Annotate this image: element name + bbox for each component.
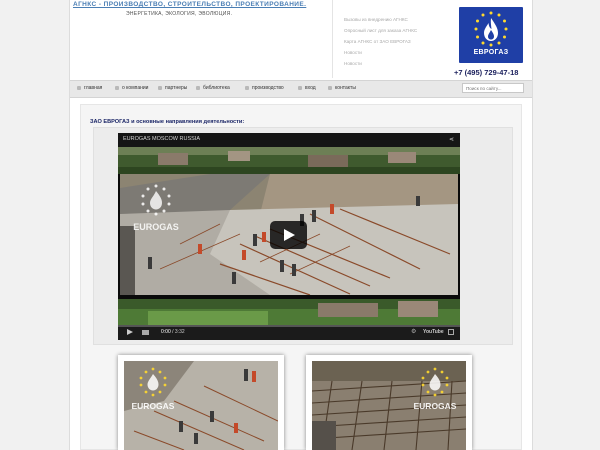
news-list: Вызовы из внедрению АГНКС Опросный лист …: [344, 14, 417, 69]
news-link[interactable]: Опросный лист для заказа АГНКС: [344, 25, 417, 36]
duration: / 3:32: [172, 329, 185, 335]
nav-item-about[interactable]: о компании: [115, 85, 148, 91]
main-nav: главная о компании партнеры библиотека п…: [70, 80, 532, 98]
nav-label: библиотека: [203, 85, 230, 91]
aerial-view-top: [118, 147, 460, 174]
news-link[interactable]: Новости: [344, 47, 417, 58]
nav-item-partners[interactable]: партнеры: [158, 85, 187, 91]
news-link[interactable]: Вызовы из внедрению АГНКС: [344, 14, 417, 25]
header-divider: [332, 0, 333, 78]
news-link[interactable]: Новости: [344, 58, 417, 69]
gallery-thumbnail[interactable]: EUROGAS: [118, 355, 284, 450]
news-link[interactable]: Карта АГНКС от ЗАО ЕВРОГАЗ: [344, 36, 417, 47]
bullet-icon: [196, 85, 200, 90]
bullet-icon: [158, 85, 162, 90]
current-time: 0:00: [161, 329, 171, 335]
video-title-bar: EUROGAS MOSCOW RUSSIA ⋖: [118, 133, 460, 147]
logo-text: ЕВРОГАЗ: [473, 49, 509, 56]
progress-bar[interactable]: [118, 325, 460, 327]
share-icon[interactable]: ⋖: [449, 136, 454, 143]
nav-label: партнеры: [165, 85, 188, 91]
nav-item-contacts[interactable]: контакты: [328, 85, 356, 91]
video-player[interactable]: EUROGAS MOSCOW RUSSIA ⋖ EUROGAS 0:00 / 3…: [118, 133, 460, 340]
play-icon[interactable]: [127, 329, 133, 335]
nav-label: о компании: [122, 85, 149, 91]
eurogas-logo[interactable]: ЕВРОГАЗ: [459, 7, 523, 63]
search-input[interactable]: [462, 83, 524, 93]
video-controls: 0:00 / 3:32 ⚙ YouTube: [118, 325, 460, 340]
site-tagline[interactable]: АГНКС - ПРОИЗВОДСТВО, СТРОИТЕЛЬСТВО, ПРО…: [73, 1, 306, 8]
settings-gear-icon[interactable]: ⚙: [411, 328, 416, 335]
eurogas-watermark-icon: EUROGAS: [414, 367, 457, 411]
aerial-view-bottom: [118, 299, 460, 325]
eurogas-watermark-icon: EUROGAS: [132, 367, 175, 411]
bullet-icon: [328, 85, 332, 90]
video-title[interactable]: EUROGAS MOSCOW RUSSIA: [123, 136, 200, 142]
page-title: ЗАО ЕВРОГАЗ и основные направления деяте…: [90, 119, 245, 125]
nav-label: главная: [84, 85, 103, 91]
phone-number: +7 (495) 729-47-18: [454, 68, 519, 77]
nav-item-home[interactable]: главная: [77, 85, 102, 91]
bullet-icon: [298, 85, 302, 90]
nav-item-production[interactable]: производство: [245, 85, 284, 91]
nav-item-library[interactable]: библиотека: [196, 85, 230, 91]
nav-label: производство: [252, 85, 284, 91]
gallery-thumbnail[interactable]: EUROGAS: [306, 355, 472, 450]
play-button[interactable]: [270, 221, 307, 249]
fullscreen-icon[interactable]: [448, 329, 454, 335]
volume-icon[interactable]: [142, 330, 149, 335]
youtube-logo[interactable]: YouTube: [423, 329, 444, 335]
svg-text:EUROGAS: EUROGAS: [133, 222, 179, 232]
svg-text:EUROGAS: EUROGAS: [132, 401, 175, 411]
site-subtagline: ЭНЕРГЕТИКА, ЭКОЛОГИЯ, ЭВОЛЮЦИЯ.: [126, 11, 233, 17]
eurogas-watermark-icon: EUROGAS: [133, 184, 179, 232]
site-header: АГНКС - ПРОИЗВОДСТВО, СТРОИТЕЛЬСТВО, ПРО…: [70, 0, 532, 80]
nav-item-login[interactable]: вход: [298, 85, 316, 91]
nav-label: контакты: [335, 85, 356, 91]
time-display: 0:00 / 3:32: [161, 329, 185, 335]
bullet-icon: [77, 85, 81, 90]
bullet-icon: [245, 85, 249, 90]
page-container: АГНКС - ПРОИЗВОДСТВО, СТРОИТЕЛЬСТВО, ПРО…: [69, 0, 533, 450]
nav-label: вход: [305, 85, 316, 91]
svg-text:EUROGAS: EUROGAS: [414, 401, 457, 411]
bullet-icon: [115, 85, 119, 90]
